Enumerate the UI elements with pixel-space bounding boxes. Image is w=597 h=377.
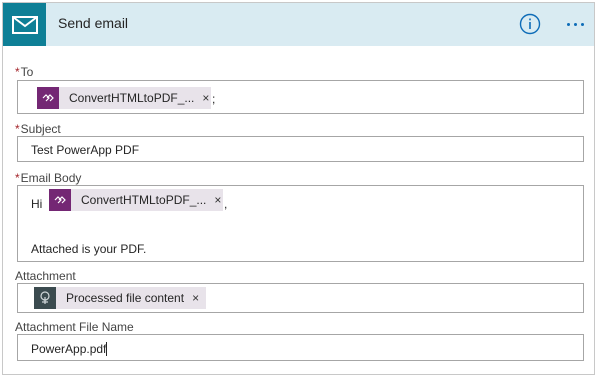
subject-field[interactable]: Test PowerApp PDF — [17, 136, 584, 162]
body-greeting: Hi — [31, 197, 43, 211]
text-cursor — [106, 342, 108, 356]
email-body-field[interactable]: Hi ConvertHTMLtoPDF_... × , Attached is … — [17, 185, 584, 262]
to-token[interactable]: ConvertHTMLtoPDF_... × — [37, 87, 211, 109]
email-body-label: *Email Body — [15, 171, 82, 185]
powerapps-icon — [49, 189, 71, 211]
body-line-2: Attached is your PDF. — [31, 242, 147, 256]
to-label: *To — [15, 65, 34, 79]
attachment-file-name-field[interactable]: PowerApp.pdf — [17, 334, 584, 361]
body-comma: , — [224, 197, 228, 211]
attachment-field[interactable]: Processed file content × — [17, 283, 584, 313]
body-token[interactable]: ConvertHTMLtoPDF_... × — [49, 189, 223, 211]
attachment-token[interactable]: Processed file content × — [34, 287, 206, 309]
powerapps-icon — [37, 87, 59, 109]
encodian-icon — [34, 287, 56, 309]
remove-token-button[interactable]: × — [214, 193, 221, 207]
attachment-file-name-label: Attachment File Name — [15, 320, 134, 334]
to-field[interactable]: ConvertHTMLtoPDF_... × ; — [17, 80, 584, 114]
more-options-icon[interactable] — [564, 13, 586, 35]
mail-icon — [3, 3, 46, 46]
subject-label: *Subject — [15, 122, 61, 136]
action-title: Send email — [58, 15, 129, 31]
remove-token-button[interactable]: × — [192, 291, 199, 305]
to-separator: ; — [212, 92, 216, 106]
info-icon[interactable] — [519, 13, 541, 35]
send-email-card: Send email *To ConvertHTMLtoPDF_... × ; … — [2, 2, 595, 375]
remove-token-button[interactable]: × — [202, 91, 209, 105]
attachment-label: Attachment — [15, 269, 76, 283]
action-header[interactable]: Send email — [3, 3, 594, 46]
